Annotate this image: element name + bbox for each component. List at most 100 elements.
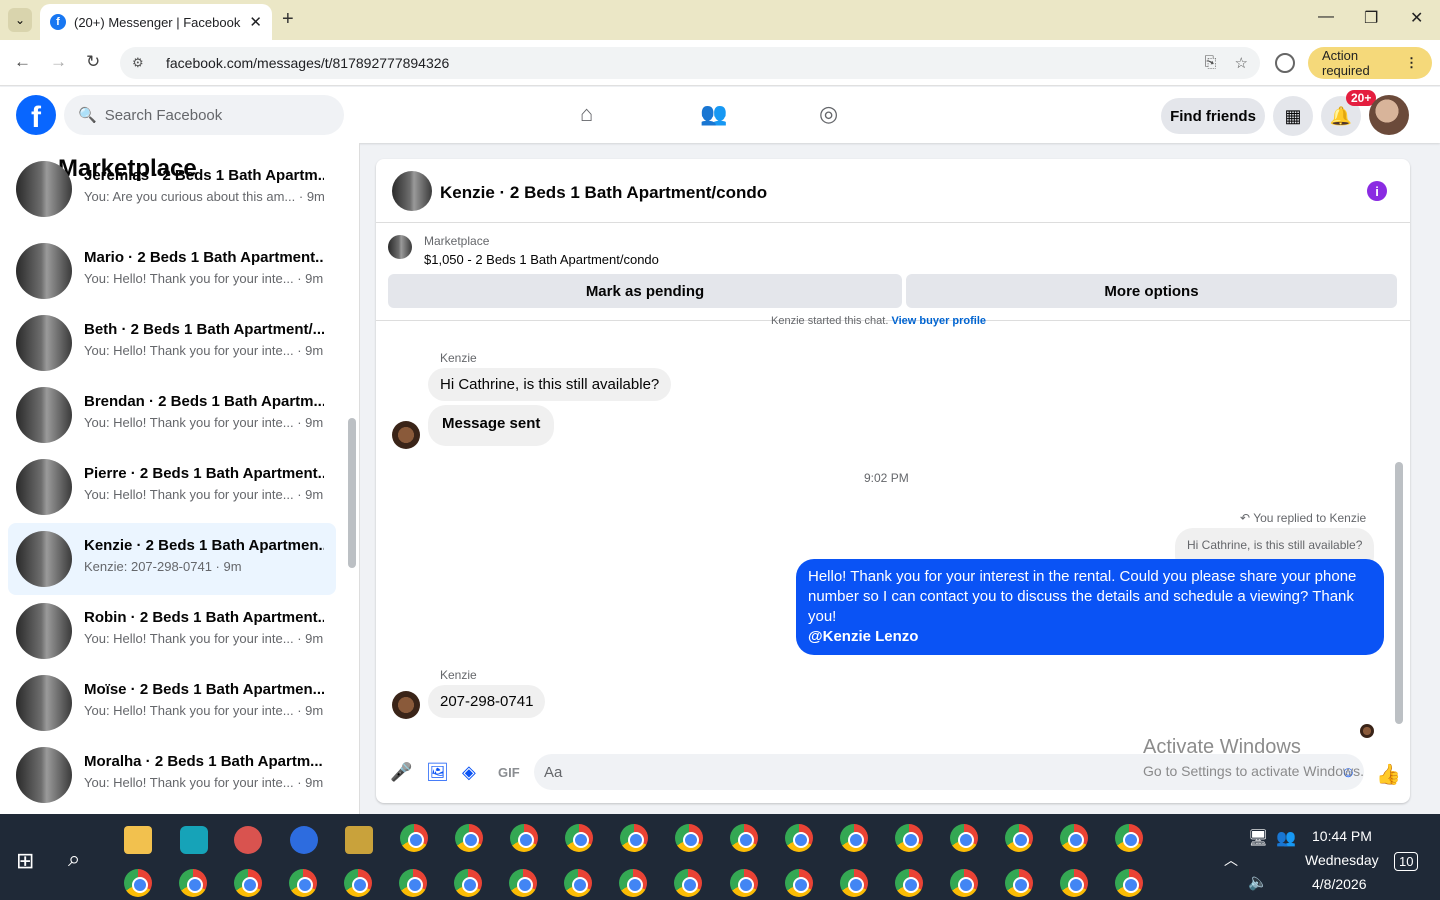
bookmark-star-icon[interactable]: ☆ — [1235, 54, 1248, 72]
chrome-icon[interactable] — [675, 824, 703, 852]
home-icon[interactable]: ⌂ — [580, 101, 593, 127]
chrome-icon[interactable] — [620, 824, 648, 852]
clock-date[interactable]: 4/8/2026 — [1312, 876, 1367, 892]
conversation-item[interactable]: Kenzie · 2 Beds 1 Bath Apartmen... Kenzie… — [8, 523, 336, 595]
chrome-icon[interactable] — [234, 869, 262, 897]
close-tab-icon[interactable]: ✕ — [249, 13, 262, 31]
network-icon[interactable]: 🖥 — [1248, 828, 1268, 848]
chrome-icon[interactable] — [1115, 824, 1143, 852]
chrome-icon[interactable] — [895, 869, 923, 897]
chrome-icon[interactable] — [400, 824, 428, 852]
facebook-logo-icon[interactable]: f — [16, 95, 56, 135]
info-icon[interactable]: i — [1367, 181, 1387, 201]
chrome-icon[interactable] — [289, 869, 317, 897]
chrome-icon[interactable] — [124, 869, 152, 897]
menu-grid-icon[interactable]: ▦ — [1273, 96, 1313, 136]
reload-icon[interactable]: ↻ — [86, 52, 100, 72]
chrome-icon[interactable] — [509, 869, 537, 897]
taskbar-search-icon[interactable]: ⌕ — [68, 846, 80, 872]
clock-day[interactable]: Wednesday — [1305, 852, 1379, 868]
app-icon[interactable] — [290, 826, 318, 854]
new-tab-button[interactable]: + — [282, 8, 294, 31]
chrome-icon[interactable] — [950, 869, 978, 897]
chat-title[interactable]: Kenzie · 2 Beds 1 Bath Apartment/condo — [440, 183, 767, 203]
conversation-item[interactable]: Pierre · 2 Beds 1 Bath Apartment... You: … — [8, 451, 336, 523]
view-buyer-profile-link[interactable]: View buyer profile — [891, 315, 986, 327]
conversation-item[interactable]: Mario · 2 Beds 1 Bath Apartment... You: H… — [8, 235, 336, 307]
chrome-icon[interactable] — [619, 869, 647, 897]
outgoing-message[interactable]: Hello! Thank you for your interest in th… — [796, 559, 1384, 655]
incoming-message[interactable]: 207-298-0741 — [428, 685, 546, 718]
notification-center-icon[interactable]: 10 — [1394, 852, 1419, 871]
app-icon[interactable] — [234, 826, 262, 854]
chrome-icon[interactable] — [1115, 869, 1143, 897]
chrome-icon[interactable] — [1005, 824, 1033, 852]
chrome-icon[interactable] — [730, 869, 758, 897]
address-bar[interactable]: ⚙ facebook.com/messages/t/81789277789432… — [120, 47, 1260, 79]
teams-icon[interactable]: 👥 — [1276, 828, 1296, 848]
mention-text[interactable]: @Kenzie Lenzo — [808, 628, 918, 645]
close-window-button[interactable]: ✕ — [1410, 8, 1423, 28]
chrome-icon[interactable] — [730, 824, 758, 852]
conversation-item[interactable]: Brendan · 2 Beds 1 Bath Apartm... You: He… — [8, 379, 336, 451]
chrome-icon[interactable] — [840, 824, 868, 852]
sender-avatar[interactable] — [392, 421, 420, 449]
incoming-message[interactable]: Hi Cathrine, is this still available? — [428, 368, 672, 401]
chrome-icon[interactable] — [785, 824, 813, 852]
sender-avatar[interactable] — [392, 691, 420, 719]
chrome-icon[interactable] — [344, 869, 372, 897]
conversation-item[interactable]: Moïse · 2 Beds 1 Bath Apartmen... You: He… — [8, 667, 336, 739]
chrome-icon[interactable] — [399, 869, 427, 897]
sticker-icon[interactable]: ◈ — [462, 762, 476, 783]
volume-icon[interactable]: 🔈 — [1248, 872, 1268, 892]
find-friends-button[interactable]: Find friends — [1161, 98, 1265, 134]
file-explorer-icon[interactable] — [124, 826, 152, 854]
like-thumb-icon[interactable]: 👍 — [1376, 762, 1401, 787]
chrome-icon[interactable] — [510, 824, 538, 852]
install-app-icon[interactable]: ⎘ — [1205, 54, 1217, 72]
profile-avatar[interactable] — [1369, 95, 1409, 135]
listing-price[interactable]: $1,050 - 2 Beds 1 Bath Apartment/condo — [424, 252, 659, 267]
chrome-icon[interactable] — [1060, 824, 1088, 852]
search-input[interactable]: 🔍 Search Facebook — [64, 95, 344, 135]
chrome-icon[interactable] — [895, 824, 923, 852]
site-info-icon[interactable]: ⚙ — [132, 55, 152, 71]
tab-search-dropdown[interactable]: ⌄ — [8, 8, 32, 32]
photo-icon[interactable]: 🖼 — [426, 762, 449, 783]
conversation-item[interactable]: Beth · 2 Beds 1 Bath Apartment/... You: H… — [8, 307, 336, 379]
chrome-icon[interactable] — [455, 824, 483, 852]
chrome-icon[interactable] — [565, 824, 593, 852]
conversation-item[interactable]: Robin · 2 Beds 1 Bath Apartment... You: H… — [8, 595, 336, 667]
groups-icon[interactable]: ◎ — [819, 101, 838, 127]
maximize-button[interactable]: ❐ — [1364, 8, 1378, 28]
minimize-button[interactable]: — — [1318, 8, 1334, 26]
chrome-icon[interactable] — [1005, 869, 1033, 897]
browser-profile-icon[interactable] — [1275, 53, 1295, 73]
chrome-icon[interactable] — [840, 869, 868, 897]
conversation-item[interactable]: Jeremias · 2 Beds 1 Bath Apartm... You: A… — [8, 153, 336, 225]
microphone-icon[interactable]: 🎤 — [390, 762, 412, 783]
chrome-icon[interactable] — [785, 869, 813, 897]
chrome-icon[interactable] — [179, 869, 207, 897]
conversation-item[interactable]: Moralha · 2 Beds 1 Bath Apartm... You: He… — [8, 739, 336, 811]
more-options-button[interactable]: More options — [906, 274, 1397, 308]
chrome-icon[interactable] — [564, 869, 592, 897]
app-icon[interactable] — [180, 826, 208, 854]
back-icon[interactable]: ← — [14, 52, 31, 72]
browser-tab[interactable]: f (20+) Messenger | Facebook ✕ — [40, 4, 272, 40]
windows-start-icon[interactable]: ⊞ — [16, 848, 34, 874]
gif-icon[interactable]: GIF — [498, 765, 520, 780]
tray-chevron-icon[interactable]: ︿ — [1224, 850, 1238, 870]
friends-icon[interactable]: 👥 — [700, 101, 727, 127]
mark-as-pending-button[interactable]: Mark as pending — [388, 274, 902, 308]
chrome-icon[interactable] — [454, 869, 482, 897]
incoming-message[interactable]: Message sent — [428, 405, 555, 446]
forward-icon[interactable]: → — [50, 52, 67, 72]
clock-time[interactable]: 10:44 PM — [1312, 828, 1372, 844]
listing-thumbnail[interactable] — [392, 171, 432, 211]
sidebar-scrollbar[interactable] — [348, 418, 356, 568]
chrome-icon[interactable] — [674, 869, 702, 897]
action-required-button[interactable]: Action required ⋮ — [1308, 47, 1432, 79]
chat-scrollbar[interactable] — [1395, 462, 1403, 724]
app-icon[interactable] — [345, 826, 373, 854]
